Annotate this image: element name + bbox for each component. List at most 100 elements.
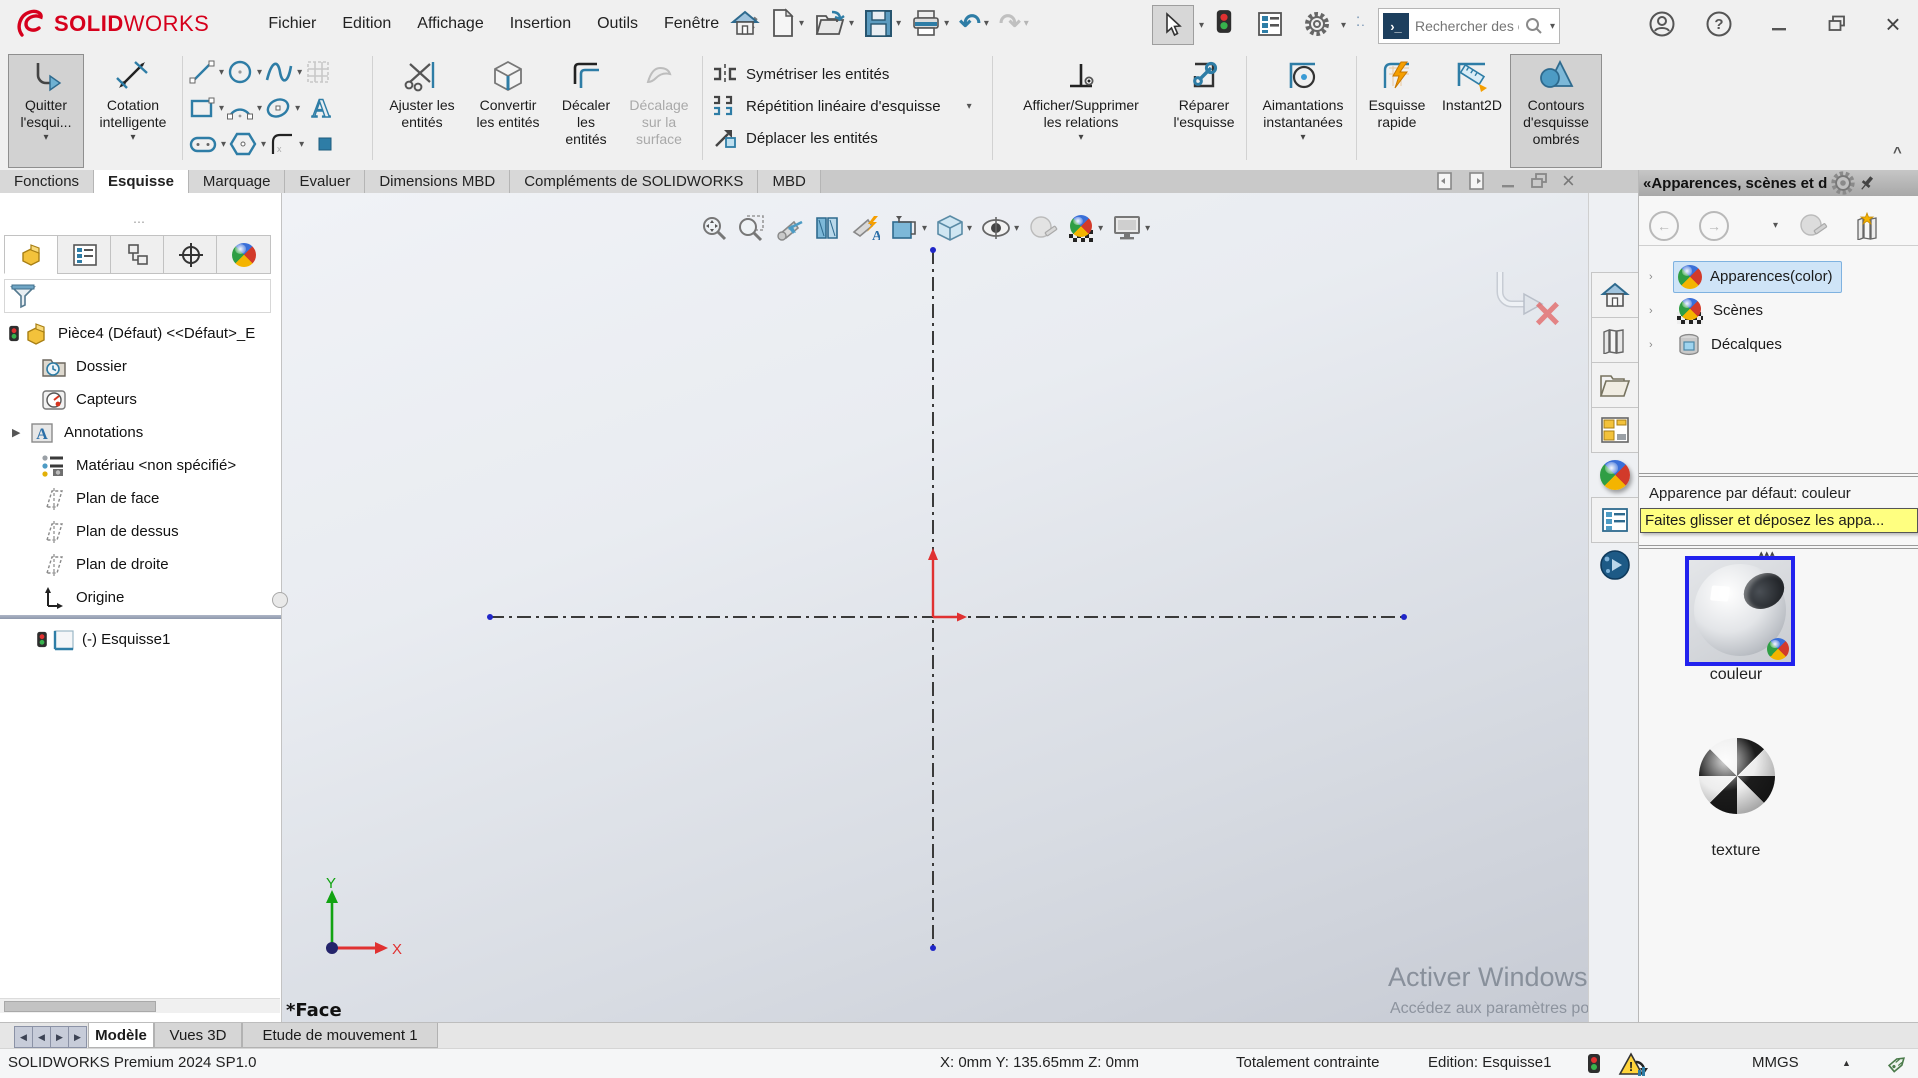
units-dropdown-icon[interactable]: ▲ xyxy=(1842,1058,1851,1068)
close-button[interactable]: × xyxy=(1870,7,1916,41)
settings-dropdown[interactable]: ▾ xyxy=(1341,20,1346,31)
expander-icon[interactable]: ▶ xyxy=(12,426,26,439)
tab-mbd[interactable]: MBD xyxy=(758,170,820,193)
panel-splitter-grip[interactable] xyxy=(272,592,288,608)
history-dropdown-icon[interactable]: ▾ xyxy=(1773,220,1778,231)
property-list-icon[interactable] xyxy=(1256,10,1284,38)
move-entities-button[interactable]: Déplacer les entités xyxy=(712,124,878,152)
sketch-point[interactable] xyxy=(930,945,936,951)
select-tool-button[interactable] xyxy=(1152,5,1194,45)
scrollbar-thumb[interactable] xyxy=(4,1001,156,1012)
dropdown-icon[interactable]: ▾ xyxy=(130,132,135,143)
rectangle-tool[interactable]: ▾ xyxy=(188,94,224,122)
dropdown-icon[interactable]: ▾ xyxy=(257,103,262,114)
search-icon[interactable] xyxy=(1525,17,1543,35)
task-pane-header[interactable]: « Apparences, scènes et d xyxy=(1639,170,1918,196)
section-view-icon[interactable] xyxy=(813,214,841,242)
menu-outils[interactable]: Outils xyxy=(584,0,651,48)
dropdown-icon[interactable]: ▾ xyxy=(219,103,224,114)
dropdown-icon[interactable]: ▾ xyxy=(1014,223,1019,234)
sketch-text-tool[interactable]: A xyxy=(308,94,334,122)
tab-esquisse[interactable]: Esquisse xyxy=(94,170,189,193)
task-pane-pin-icon[interactable] xyxy=(1857,173,1877,193)
dropdown-icon[interactable]: ▾ xyxy=(299,139,304,150)
tree-item-annotations[interactable]: ▶ A Annotations xyxy=(0,416,281,449)
expander-icon[interactable]: › xyxy=(1649,305,1663,317)
3d-views-tab[interactable]: Vues 3D xyxy=(154,1023,242,1048)
dropdown-icon[interactable]: ▾ xyxy=(967,223,972,234)
trim-entities-button[interactable]: Ajuster les entités xyxy=(380,54,464,168)
appearances-tree-item-selected[interactable]: › Apparences(color) xyxy=(1639,260,1918,293)
discard-sketch-x-icon[interactable]: × xyxy=(1534,290,1561,336)
tab-evaluer[interactable]: Evaluer xyxy=(285,170,365,193)
dropdown-icon[interactable]: ▾ xyxy=(1098,223,1103,234)
panel-grip[interactable]: ⋯ xyxy=(120,215,160,229)
dropdown-icon[interactable]: ▾ xyxy=(984,18,989,29)
color-appearance-thumbnail[interactable] xyxy=(1685,556,1795,666)
print-button[interactable]: ▾ xyxy=(907,6,953,40)
dropdown-icon[interactable]: ▾ xyxy=(295,103,300,114)
search-dropdown[interactable]: ▾ xyxy=(1550,21,1555,32)
save-button[interactable]: ▾ xyxy=(860,6,905,41)
instant2d-button[interactable]: Instant2D xyxy=(1434,54,1510,168)
linear-pattern-button[interactable]: Répétition linéaire d'esquisse ▾ xyxy=(712,92,972,120)
menu-insertion[interactable]: Insertion xyxy=(497,0,584,48)
dropdown-icon[interactable]: ▾ xyxy=(799,18,804,29)
traffic-light-icon[interactable] xyxy=(1588,1054,1600,1077)
tree-item-materiau[interactable]: Matériau <non spécifié> xyxy=(0,449,281,482)
units-selector[interactable]: MMGS xyxy=(1752,1054,1799,1071)
account-icon[interactable] xyxy=(1648,10,1676,38)
circle-tool[interactable]: ▾ xyxy=(226,58,262,86)
dropdown-icon[interactable]: ▾ xyxy=(1145,223,1150,234)
edit-appearance-icon[interactable] xyxy=(1028,214,1058,242)
model-tab[interactable]: Modèle xyxy=(88,1023,154,1048)
display-delete-relations-button[interactable]: Afficher/Supprimer les relations ▾ xyxy=(998,54,1164,168)
tab-marquage[interactable]: Marquage xyxy=(189,170,286,193)
exit-sketch-button[interactable]: Quitter l'esqui... ▾ xyxy=(8,54,84,168)
dropdown-icon[interactable]: ▾ xyxy=(1300,132,1305,143)
sketch-point[interactable] xyxy=(930,247,936,253)
traffic-light-icon[interactable] xyxy=(1218,12,1230,31)
featuremanager-tab[interactable] xyxy=(4,235,59,274)
view-palette-tab[interactable] xyxy=(1591,407,1639,453)
tree-horizontal-scrollbar[interactable] xyxy=(0,998,280,1013)
smart-dimension-button[interactable]: Cotation intelligente ▾ xyxy=(86,54,180,168)
shaded-sketch-contours-button[interactable]: Contours d'esquisse ombrés xyxy=(1510,54,1602,168)
file-explorer-tab[interactable] xyxy=(1591,362,1639,408)
polygon-tool[interactable]: ▾ xyxy=(228,130,266,158)
tree-item-plan-de-face[interactable]: Plan de face xyxy=(0,482,281,515)
ribbon-collapse-chevron[interactable]: ^ xyxy=(1893,144,1902,161)
home-button[interactable] xyxy=(726,5,764,41)
tab-scroll-next[interactable]: ▶ xyxy=(50,1026,69,1048)
tree-item-plan-de-dessus[interactable]: Plan de dessus xyxy=(0,515,281,548)
apply-scene-icon[interactable]: ▾ xyxy=(1067,214,1103,242)
tab-scroll-last[interactable]: ▶ xyxy=(68,1026,87,1048)
view-annotations-icon[interactable]: A xyxy=(850,214,880,242)
tree-item-capteurs[interactable]: Capteurs xyxy=(0,383,281,416)
home-tab[interactable] xyxy=(1591,272,1639,318)
tree-item-origine[interactable]: Origine xyxy=(0,581,281,614)
spline-tool[interactable]: ▾ xyxy=(264,58,302,86)
view-settings-monitor-icon[interactable]: ▾ xyxy=(1112,214,1150,242)
dropdown-icon[interactable]: ▾ xyxy=(219,67,224,78)
fillet-tool[interactable]: x ▾ xyxy=(268,130,304,158)
tree-item-dossier[interactable]: Dossier xyxy=(0,350,281,383)
tab-scroll-prev[interactable]: ◀ xyxy=(32,1026,51,1048)
convert-entities-button[interactable]: Convertir les entités xyxy=(464,54,552,168)
collapse-chevrons-icon[interactable]: « xyxy=(1643,175,1651,192)
motion-study-tab[interactable]: Etude de mouvement 1 xyxy=(242,1023,438,1048)
tab-dimensions-mbd[interactable]: Dimensions MBD xyxy=(365,170,510,193)
view-orientation-cube-icon[interactable]: ▾ xyxy=(936,214,972,242)
tag-icon[interactable] xyxy=(1884,1051,1910,1077)
texture-appearance-thumbnail[interactable] xyxy=(1699,738,1775,814)
tree-item-plan-de-droite[interactable]: Plan de droite xyxy=(0,548,281,581)
new-appearance-icon[interactable] xyxy=(1854,212,1880,240)
offset-entities-button[interactable]: Décaler les entités xyxy=(552,54,620,168)
apply-view-icon[interactable]: ▾ xyxy=(889,214,927,242)
menu-affichage[interactable]: Affichage xyxy=(404,0,496,48)
arc-tool[interactable]: ▾ xyxy=(226,94,262,122)
dropdown-icon[interactable]: ▾ xyxy=(221,139,226,150)
rollback-bar[interactable] xyxy=(0,615,281,619)
tree-root-part[interactable]: Pièce4 (Défaut) <<Défaut>_E xyxy=(0,317,281,350)
tab-scroll-first[interactable]: ◀ xyxy=(14,1026,33,1048)
